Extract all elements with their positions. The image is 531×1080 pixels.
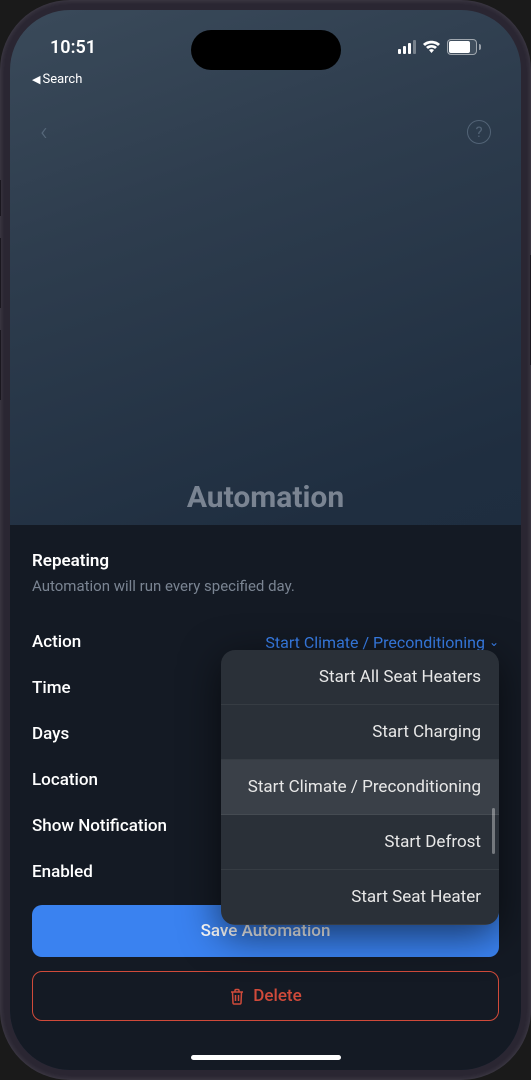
action-dropdown: Start All Seat Heaters Start Charging St… — [221, 650, 499, 925]
chevron-down-icon: ⌄ — [489, 635, 499, 649]
trash-icon — [229, 988, 245, 1005]
status-time: 10:51 — [50, 23, 96, 58]
scroll-indicator[interactable] — [492, 808, 495, 854]
nav-bar: ‹ ? — [10, 110, 521, 154]
wifi-icon — [422, 40, 441, 54]
row-label-show-notification: Show Notification — [32, 816, 167, 836]
dropdown-option[interactable]: Start All Seat Heaters — [221, 650, 499, 705]
dropdown-option-selected[interactable]: Start Climate / Preconditioning — [221, 760, 499, 815]
dropdown-option[interactable]: Start Seat Heater — [221, 870, 499, 925]
row-label-action: Action — [32, 632, 81, 652]
page-title: Automation — [10, 480, 521, 515]
delete-button[interactable]: Delete — [32, 971, 499, 1021]
row-label-time: Time — [32, 678, 71, 698]
home-indicator[interactable] — [191, 1055, 341, 1060]
dropdown-option[interactable]: Start Defrost — [221, 815, 499, 870]
dropdown-option[interactable]: Start Charging — [221, 705, 499, 760]
phone-side-buttons-left — [0, 180, 1, 422]
breadcrumb-back[interactable]: ◀ Search — [32, 72, 82, 87]
section-title: Repeating — [32, 551, 499, 571]
back-button[interactable]: ‹ — [40, 117, 48, 147]
row-label-enabled: Enabled — [32, 862, 93, 882]
phone-frame: 10:51 75 ◀ — [0, 0, 531, 1080]
delete-label: Delete — [253, 986, 301, 1006]
help-icon[interactable]: ? — [467, 120, 491, 144]
dynamic-island — [191, 30, 341, 70]
breadcrumb-label: Search — [42, 72, 82, 87]
chevron-left-icon: ◀ — [32, 73, 40, 86]
battery-percent: 75 — [456, 41, 469, 54]
row-label-days: Days — [32, 724, 69, 744]
section-description: Automation will run every specified day. — [32, 577, 499, 595]
status-icons: 75 — [398, 25, 482, 55]
screen: 10:51 75 ◀ — [10, 10, 521, 1070]
cellular-signal-icon — [398, 40, 417, 54]
row-value-action: Start Climate / Preconditioning ⌄ — [265, 633, 499, 652]
battery-indicator: 75 — [447, 39, 481, 55]
row-label-location: Location — [32, 770, 98, 790]
